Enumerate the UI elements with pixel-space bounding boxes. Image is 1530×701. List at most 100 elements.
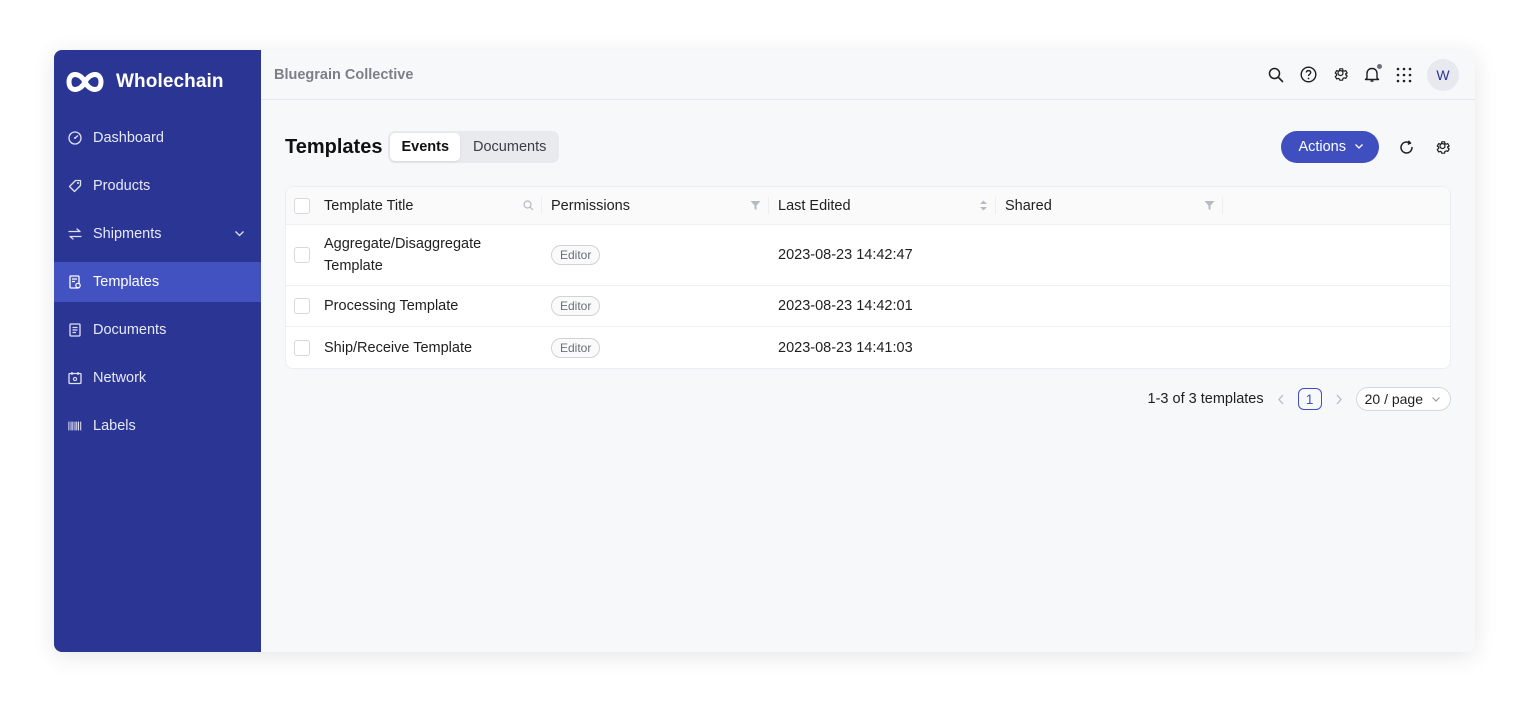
last-edited-text: 2023-08-23 14:41:03	[778, 339, 913, 356]
cell-shared	[996, 225, 1223, 285]
permission-tag: Editor	[551, 337, 601, 358]
topbar: Bluegrain Collective W	[261, 50, 1475, 100]
header-spacer	[1223, 187, 1450, 224]
filter-icon[interactable]	[750, 199, 761, 215]
page-size-select[interactable]: 20 / page	[1355, 387, 1451, 411]
title-group: Templates Events Documents	[285, 131, 560, 163]
sidebar-item-dashboard[interactable]: Dashboard	[54, 118, 261, 158]
template-title-text[interactable]: Aggregate/Disaggregate Template	[324, 233, 542, 277]
page-title: Templates	[285, 135, 383, 158]
select-all-checkbox[interactable]	[294, 197, 310, 214]
sidebar-item-shipments[interactable]: Shipments	[54, 214, 261, 254]
gear-icon[interactable]	[1331, 66, 1349, 84]
sidebar-item-label: Dashboard	[93, 130, 164, 146]
row-checkbox[interactable]	[294, 298, 310, 314]
last-edited-text: 2023-08-23 14:42:01	[778, 298, 913, 314]
table-row[interactable]: Ship/Receive Template Editor 2023-08-23 …	[286, 327, 1450, 368]
filter-icon[interactable]	[1204, 199, 1215, 215]
transfer-icon	[68, 227, 82, 241]
sort-icon[interactable]	[979, 199, 988, 216]
next-page-icon[interactable]	[1332, 392, 1346, 406]
refresh-icon[interactable]	[1397, 138, 1415, 156]
topbar-icons: W	[1267, 58, 1459, 91]
sidebar-item-label: Shipments	[93, 226, 162, 242]
template-type-tabs: Events Documents	[388, 131, 560, 163]
tab-documents[interactable]: Documents	[462, 133, 557, 161]
column-header-label: Shared	[1005, 197, 1052, 214]
pagination: 1-3 of 3 templates 1 20 / page	[285, 387, 1451, 411]
sidebar-item-label: Documents	[93, 322, 167, 338]
brand-name: Wholechain	[116, 71, 224, 92]
search-icon[interactable]	[1267, 66, 1285, 84]
row-spacer	[1223, 327, 1450, 368]
cell-last-edited: 2023-08-23 14:41:03	[769, 327, 996, 368]
wholechain-logo-icon	[66, 69, 104, 95]
sidebar-item-templates[interactable]: Templates	[54, 262, 261, 302]
pagination-summary: 1-3 of 3 templates	[1147, 391, 1264, 407]
page-number-button[interactable]: 1	[1297, 388, 1322, 410]
main-area: Bluegrain Collective W Templates Events …	[261, 50, 1475, 652]
row-checkbox[interactable]	[294, 247, 310, 263]
cell-permissions: Editor	[542, 225, 769, 285]
permission-tag: Editor	[551, 245, 601, 265]
cell-shared	[996, 327, 1223, 368]
barcode-icon	[68, 419, 82, 433]
row-checkbox-cell	[286, 225, 324, 285]
dashboard-icon	[68, 131, 82, 145]
sidebar-item-labels[interactable]: Labels	[54, 406, 261, 446]
apps-grid-icon[interactable]	[1395, 66, 1413, 84]
table-settings-gear-icon[interactable]	[1433, 138, 1451, 156]
avatar[interactable]: W	[1427, 58, 1459, 91]
brand[interactable]: Wholechain	[54, 50, 261, 114]
cell-template-title: Aggregate/Disaggregate Template	[324, 225, 542, 285]
sidebar-item-label: Templates	[93, 274, 160, 290]
sidebar-item-products[interactable]: Products	[54, 166, 261, 206]
app-window: Wholechain Dashboard Products Shipments	[54, 50, 1475, 652]
cell-last-edited: 2023-08-23 14:42:01	[769, 286, 996, 326]
template-title-text[interactable]: Processing Template	[324, 295, 458, 317]
header-actions: Actions	[1281, 131, 1451, 163]
table-body: Aggregate/Disaggregate Template Editor 2…	[286, 225, 1450, 368]
actions-button-label: Actions	[1298, 139, 1346, 155]
page-size-value: 20 / page	[1364, 391, 1423, 407]
sidebar-item-documents[interactable]: Documents	[54, 310, 261, 350]
cell-last-edited: 2023-08-23 14:42:47	[769, 225, 996, 285]
bell-icon[interactable]	[1363, 63, 1382, 84]
chevron-down-icon[interactable]	[234, 227, 245, 243]
actions-button[interactable]: Actions	[1281, 131, 1379, 163]
notification-dot	[1377, 63, 1382, 69]
search-icon[interactable]	[523, 199, 534, 215]
cell-template-title: Ship/Receive Template	[324, 327, 542, 368]
sidebar-item-network[interactable]: Network	[54, 358, 261, 398]
column-header-shared[interactable]: Shared	[996, 187, 1223, 224]
sidebar: Wholechain Dashboard Products Shipments	[54, 50, 261, 652]
document-icon	[68, 323, 82, 337]
chevron-down-icon	[1431, 391, 1441, 407]
content: Templates Events Documents Actions Templ…	[261, 100, 1475, 411]
row-checkbox[interactable]	[294, 339, 310, 356]
column-header-label: Template Title	[324, 197, 414, 214]
network-icon	[68, 371, 82, 385]
tab-events[interactable]: Events	[390, 133, 461, 161]
cell-permissions: Editor	[542, 327, 769, 368]
table-row[interactable]: Aggregate/Disaggregate Template Editor 2…	[286, 225, 1450, 286]
header-checkbox-cell	[286, 187, 324, 224]
help-icon[interactable]	[1299, 66, 1317, 84]
template-title-text[interactable]: Ship/Receive Template	[324, 337, 472, 359]
cell-shared	[996, 286, 1223, 326]
column-header-template-title[interactable]: Template Title	[324, 187, 542, 224]
templates-table: Template Title Permissions Last Edited S…	[285, 186, 1451, 369]
permission-tag: Editor	[551, 296, 601, 316]
column-header-last-edited[interactable]: Last Edited	[769, 187, 996, 224]
column-header-permissions[interactable]: Permissions	[542, 187, 769, 224]
sidebar-item-label: Products	[93, 178, 151, 194]
sidebar-item-label: Labels	[93, 418, 136, 434]
row-spacer	[1223, 286, 1450, 326]
prev-page-icon[interactable]	[1274, 392, 1288, 406]
chevron-down-icon	[1354, 139, 1364, 155]
sidebar-nav: Dashboard Products Shipments Templates D…	[54, 118, 261, 446]
table-row[interactable]: Processing Template Editor 2023-08-23 14…	[286, 286, 1450, 327]
column-header-label: Last Edited	[778, 197, 851, 214]
cell-template-title: Processing Template	[324, 286, 542, 326]
last-edited-text: 2023-08-23 14:42:47	[778, 247, 913, 263]
